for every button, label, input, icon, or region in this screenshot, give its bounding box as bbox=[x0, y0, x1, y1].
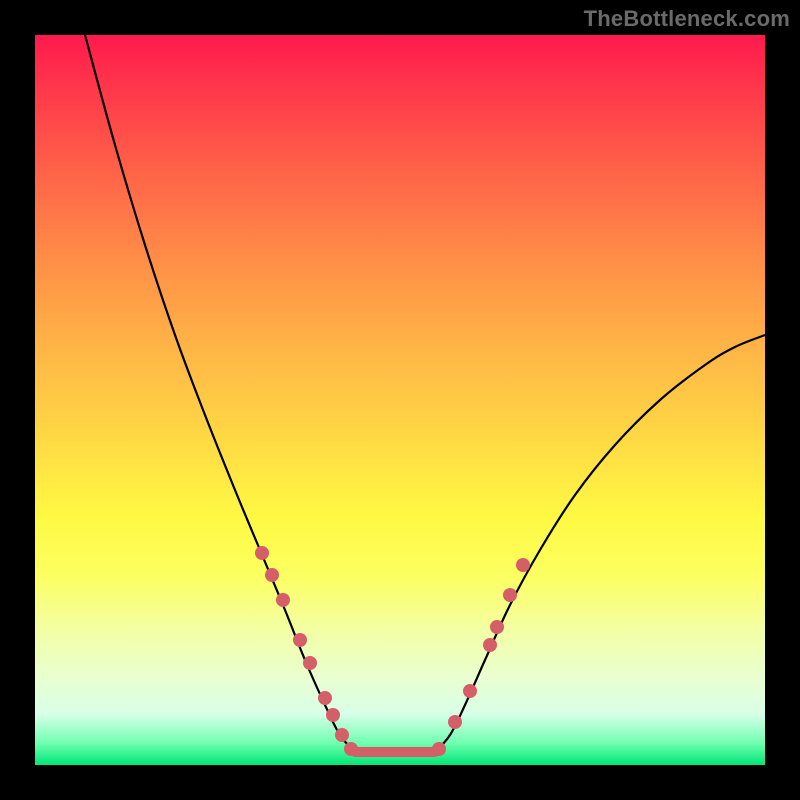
data-point-dot bbox=[276, 593, 290, 607]
data-point-dot bbox=[255, 546, 269, 560]
data-point-dot bbox=[463, 684, 477, 698]
data-point-dot bbox=[516, 558, 530, 572]
data-point-dot bbox=[483, 638, 497, 652]
curve-layer bbox=[35, 35, 765, 765]
watermark-text: TheBottleneck.com bbox=[584, 6, 790, 32]
data-point-dot bbox=[432, 742, 446, 756]
left-branch-dots bbox=[255, 546, 358, 756]
data-point-dot bbox=[326, 708, 340, 722]
data-point-dot bbox=[344, 742, 358, 756]
data-point-dot bbox=[503, 588, 517, 602]
data-point-dot bbox=[293, 633, 307, 647]
data-point-dot bbox=[490, 620, 504, 634]
data-point-dot bbox=[318, 691, 332, 705]
data-point-dot bbox=[448, 715, 462, 729]
data-point-dot bbox=[303, 656, 317, 670]
right-branch-curve bbox=[435, 335, 765, 752]
data-point-dot bbox=[265, 568, 279, 582]
left-branch-curve bbox=[85, 35, 355, 752]
right-branch-dots bbox=[432, 558, 530, 756]
plot-area bbox=[35, 35, 765, 765]
data-point-dot bbox=[335, 728, 349, 742]
chart-frame: TheBottleneck.com bbox=[0, 0, 800, 800]
